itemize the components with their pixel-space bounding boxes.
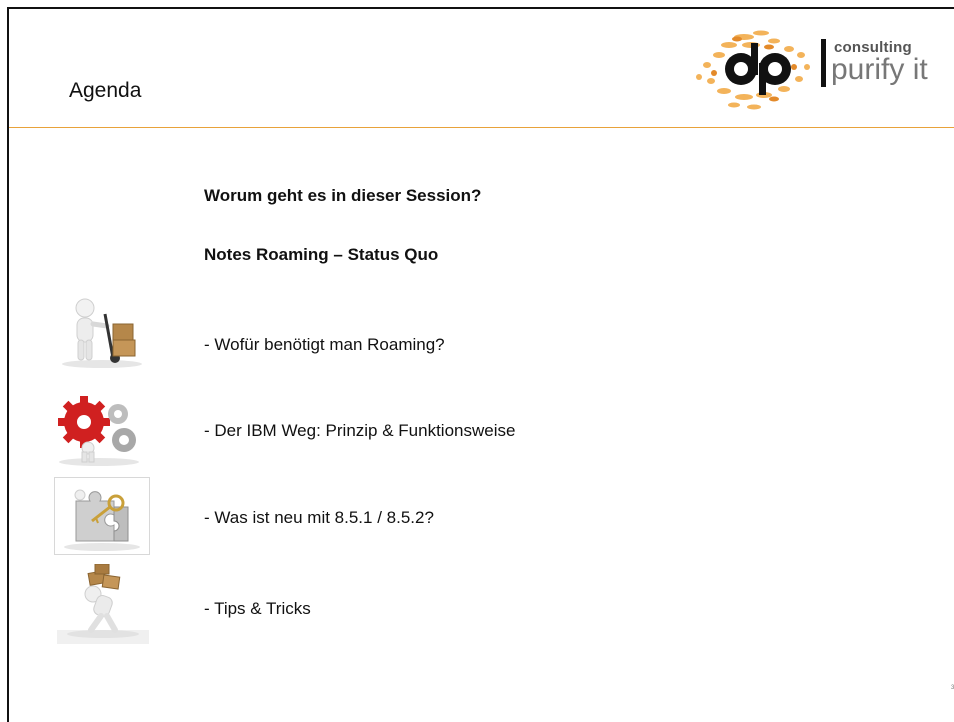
person-with-gears-icon <box>58 396 139 466</box>
logo-text-tagline: purify it <box>831 53 928 86</box>
logo-divider <box>821 39 826 87</box>
slide: Agenda consulting purify it Worum geht e… <box>7 7 954 722</box>
company-logo: consulting purify it <box>689 25 929 115</box>
puzzle-key-icon <box>54 477 150 555</box>
agenda-item-2: - Der IBM Weg: Prinzip & Funktionsweise <box>204 421 516 440</box>
person-carrying-boxes-icon <box>57 564 149 644</box>
logo-mark-icon <box>696 30 810 110</box>
agenda-item-3: - Was ist neu mit 8.5.1 / 8.5.2? <box>204 508 434 527</box>
heading-session: Worum geht es in dieser Session? <box>204 186 482 205</box>
heading-status-quo: Notes Roaming – Status Quo <box>204 245 439 264</box>
title-divider <box>9 127 954 128</box>
slide-title: Agenda <box>69 79 142 102</box>
person-with-handtruck-icon <box>62 298 142 368</box>
agenda-item-4: - Tips & Tricks <box>204 599 311 618</box>
agenda-item-1: - Wofür benötigt man Roaming? <box>204 335 445 354</box>
